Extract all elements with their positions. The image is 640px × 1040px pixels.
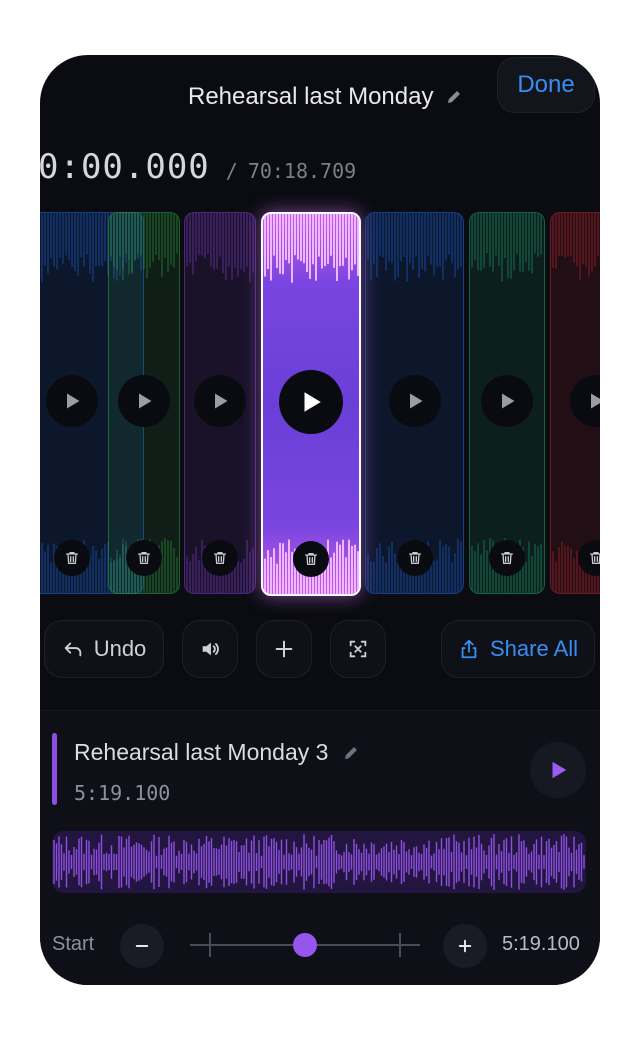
delete-clip-button[interactable] bbox=[126, 540, 162, 576]
time-separator: / bbox=[225, 159, 238, 183]
recording-title-header[interactable]: Rehearsal last Monday bbox=[188, 69, 463, 125]
trim-control: Start 5:19.100 bbox=[40, 921, 600, 969]
delete-clip-button[interactable] bbox=[54, 540, 90, 576]
recording-play-button[interactable] bbox=[530, 742, 586, 798]
trash-icon bbox=[590, 552, 600, 564]
play-button[interactable] bbox=[279, 370, 343, 434]
play-icon bbox=[552, 761, 567, 779]
trash-icon bbox=[408, 552, 421, 564]
play-icon bbox=[409, 393, 422, 409]
clip-7[interactable] bbox=[550, 212, 600, 594]
slider-knob[interactable] bbox=[293, 933, 317, 957]
undo-button[interactable]: Undo bbox=[44, 620, 164, 678]
clip-strip[interactable] bbox=[40, 212, 600, 596]
delete-clip-button[interactable] bbox=[293, 541, 329, 577]
recording-title[interactable]: Rehearsal last Monday 3 bbox=[74, 739, 360, 766]
share-all-label: Share All bbox=[489, 636, 579, 661]
page-title: Rehearsal last Monday bbox=[188, 83, 434, 110]
plus-icon bbox=[458, 939, 472, 953]
play-icon bbox=[304, 392, 321, 412]
time-readout: 0:00.000 / 70:18.709 bbox=[40, 147, 356, 189]
play-icon bbox=[67, 393, 80, 409]
toolbar: Undo Share All bbox=[40, 620, 600, 680]
pencil-icon[interactable] bbox=[342, 744, 360, 762]
done-button[interactable]: Done bbox=[497, 57, 595, 113]
recording-waveform[interactable] bbox=[52, 831, 586, 893]
trash-icon bbox=[501, 552, 513, 564]
add-clip-button[interactable] bbox=[256, 620, 312, 678]
undo-label: Undo bbox=[93, 636, 147, 661]
start-label: Start bbox=[52, 933, 95, 955]
delete-clip-button[interactable] bbox=[396, 540, 433, 576]
share-all-button[interactable]: Share All bbox=[441, 620, 595, 678]
plus-icon bbox=[275, 640, 293, 658]
clip-4[interactable] bbox=[261, 212, 361, 596]
recording-panel: Rehearsal last Monday 3 5:19.100 Start 5… bbox=[40, 710, 600, 985]
trash-icon bbox=[214, 552, 226, 564]
accent-bar bbox=[52, 733, 57, 805]
speaker-icon bbox=[202, 642, 219, 656]
play-button[interactable] bbox=[118, 375, 170, 427]
recording-title-label: Rehearsal last Monday 3 bbox=[74, 739, 329, 765]
total-time: 70:18.709 bbox=[247, 159, 357, 183]
play-button[interactable] bbox=[46, 375, 98, 427]
play-button[interactable] bbox=[194, 375, 246, 427]
minus-icon bbox=[135, 945, 149, 947]
clip-6[interactable] bbox=[469, 212, 545, 594]
play-icon bbox=[502, 393, 515, 409]
current-time: 0:00.000 bbox=[40, 147, 210, 187]
crop-icon bbox=[349, 640, 367, 658]
clip-5[interactable] bbox=[365, 212, 464, 594]
share-icon bbox=[461, 639, 477, 659]
app-window: Rehearsal last Monday Done 0:00.000 / 70… bbox=[40, 55, 600, 985]
play-icon bbox=[591, 393, 600, 409]
play-button[interactable] bbox=[481, 375, 533, 427]
delete-clip-button[interactable] bbox=[489, 540, 525, 576]
play-icon bbox=[215, 393, 228, 409]
play-icon bbox=[139, 393, 152, 409]
decrease-button[interactable] bbox=[120, 924, 164, 968]
undo-icon bbox=[64, 642, 81, 657]
delete-clip-button[interactable] bbox=[202, 540, 238, 576]
increase-button[interactable] bbox=[443, 924, 487, 968]
volume-button[interactable] bbox=[182, 620, 238, 678]
trash-icon bbox=[305, 553, 317, 565]
play-button[interactable] bbox=[388, 375, 441, 427]
end-time: 5:19.100 bbox=[502, 933, 580, 955]
trash-icon bbox=[66, 552, 78, 564]
crop-button[interactable] bbox=[330, 620, 386, 678]
recording-duration: 5:19.100 bbox=[74, 781, 171, 805]
trash-icon bbox=[138, 552, 150, 564]
trim-slider[interactable] bbox=[190, 921, 420, 969]
clip-2[interactable] bbox=[108, 212, 180, 594]
pencil-icon[interactable] bbox=[445, 88, 463, 106]
clip-3[interactable] bbox=[184, 212, 256, 594]
